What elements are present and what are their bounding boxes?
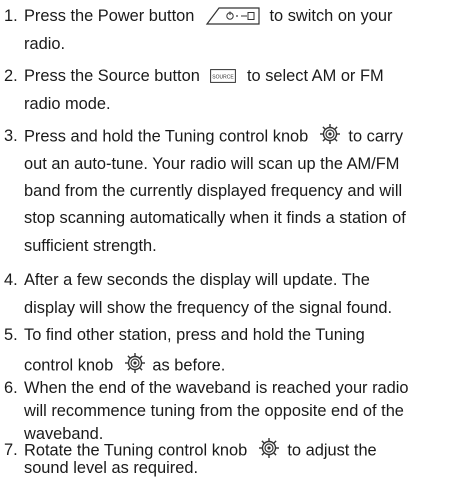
step-number: 3. — [4, 127, 18, 145]
step-number: 6. — [4, 379, 18, 397]
step-text: sound level as required. — [24, 459, 199, 477]
step-text: radio. — [24, 35, 66, 53]
step-text: will recommence tuning from the opposite… — [24, 402, 404, 420]
step-text: control knob — [24, 356, 114, 375]
step-text: as before. — [152, 356, 226, 375]
step-text: Rotate the Tuning control knob — [24, 441, 248, 460]
step-text: Press and hold the Tuning control knob — [24, 127, 309, 146]
step-text: radio mode. — [24, 95, 111, 113]
step-number: 7. — [4, 441, 18, 459]
step-text: to adjust the — [287, 441, 377, 460]
step-text: stop scanning automatically when it find… — [24, 209, 406, 227]
tuning-knob-icon — [258, 437, 280, 459]
source-button-icon: SOURCE — [210, 68, 237, 83]
step-text: When the end of the waveband is reached … — [24, 379, 409, 397]
step-text: sufficient strength. — [24, 237, 157, 255]
step-number: 2. — [4, 67, 18, 85]
step-text: Press the Source button — [24, 67, 200, 85]
step-number: 5. — [4, 326, 18, 344]
tuning-knob-icon — [319, 123, 341, 145]
step-text: to select AM or FM — [246, 67, 384, 85]
step-text: out an auto-tune. Your radio will scan u… — [24, 155, 400, 173]
power-button-icon — [205, 6, 261, 26]
step-number: 4. — [4, 271, 18, 289]
step-text: to carry — [348, 127, 404, 146]
step-text: to switch on your — [269, 7, 393, 25]
step-number: 1. — [4, 7, 18, 25]
step-text: After a few seconds the display will upd… — [24, 271, 370, 289]
step-text: Press the Power button — [24, 7, 195, 25]
step-text: To find other station, press and hold th… — [24, 326, 365, 344]
svg-text:SOURCE: SOURCE — [213, 74, 235, 80]
step-text: band from the currently displayed freque… — [24, 182, 403, 200]
step-text: display will show the frequency of the s… — [24, 299, 393, 317]
tuning-knob-icon — [124, 352, 146, 374]
